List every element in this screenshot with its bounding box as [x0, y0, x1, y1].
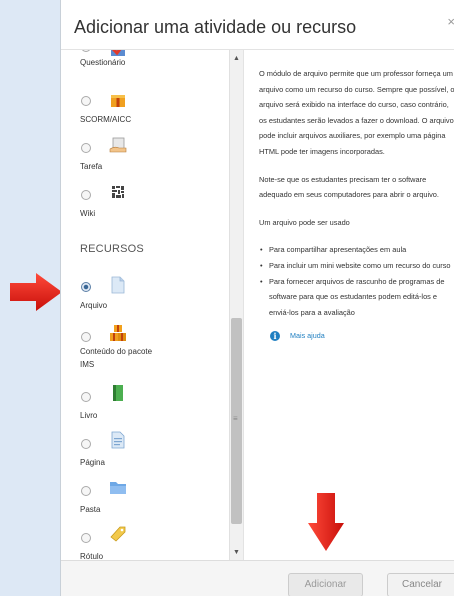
- radio-button[interactable]: [81, 190, 91, 200]
- file-icon: [111, 276, 125, 294]
- usage-list: Para compartilhar apresentações em aula …: [259, 242, 454, 320]
- list-item-pasta[interactable]: Pasta: [61, 474, 229, 521]
- item-label: Rótulo: [80, 552, 104, 560]
- dialog-title: Adicionar uma atividade ou recurso: [74, 17, 357, 37]
- list-item-ims[interactable]: Conteúdo do pacote IMS: [61, 320, 229, 376]
- dialog-header: Adicionar uma atividade ou recurso ×: [61, 0, 454, 50]
- list-item: Para fornecer arquivos de rascunho de pr…: [259, 274, 454, 321]
- item-label: Arquivo: [80, 301, 108, 310]
- list-item-arquivo[interactable]: Arquivo: [61, 270, 229, 317]
- label-tag-icon: [110, 526, 126, 542]
- radio-button[interactable]: [81, 486, 91, 496]
- item-label: Tarefa: [80, 162, 103, 171]
- radio-button[interactable]: [81, 533, 91, 543]
- more-help-link[interactable]: Mais ajuda: [290, 328, 325, 344]
- list-item-scorm[interactable]: SCORM/AICC: [61, 83, 229, 130]
- ims-package-icon: [110, 325, 126, 341]
- radio-button[interactable]: [81, 50, 91, 52]
- radio-button[interactable]: [81, 332, 91, 342]
- add-button[interactable]: Adicionar: [288, 573, 363, 596]
- dialog-footer: Adicionar Cancelar: [61, 560, 454, 596]
- cancel-button[interactable]: Cancelar: [387, 573, 454, 596]
- list-item-questionario[interactable]: Questionário: [61, 50, 229, 83]
- item-label: Conteúdo do pacote IMS: [80, 347, 153, 369]
- item-label: Pasta: [80, 505, 101, 514]
- scrollbar-thumb[interactable]: ≡: [231, 318, 242, 524]
- scroll-up-icon[interactable]: ▲: [233, 55, 240, 62]
- radio-button[interactable]: [81, 392, 91, 402]
- description-note: Note-se que os estudantes precisam ter o…: [259, 174, 439, 200]
- module-list-scrollbar[interactable]: ▲ ≡ ▼: [229, 50, 243, 560]
- item-label: Livro: [80, 411, 98, 420]
- list-item-rotulo[interactable]: Rótulo: [61, 521, 229, 560]
- add-activity-dialog: Adicionar uma atividade ou recurso × Que…: [60, 0, 454, 596]
- scorm-package-icon: [111, 95, 125, 107]
- info-icon: i: [270, 331, 280, 342]
- grip-icon: ≡: [233, 414, 238, 423]
- radio-button[interactable]: [81, 96, 91, 106]
- section-heading-resources: RECURSOS: [80, 243, 144, 255]
- list-item-pagina[interactable]: Página: [61, 427, 229, 474]
- annotation-arrow-down-icon: [308, 493, 344, 551]
- book-icon: [113, 385, 123, 401]
- annotation-arrow-right-icon: [10, 273, 62, 311]
- close-button[interactable]: ×: [447, 14, 454, 29]
- list-item-livro[interactable]: Livro: [61, 380, 229, 427]
- assignment-hand-icon: [109, 137, 127, 153]
- page-icon: [111, 431, 125, 449]
- list-item: Para incluir um mini website como um rec…: [259, 258, 454, 274]
- radio-button[interactable]: [81, 439, 91, 449]
- radio-button[interactable]: [81, 143, 91, 153]
- folder-icon: [110, 482, 126, 494]
- module-list: Questionário SCORM/AICC Tarefa Wiki RECU…: [61, 50, 244, 560]
- item-label: Questionário: [80, 58, 126, 67]
- item-label: Página: [80, 458, 105, 467]
- module-description: O módulo de arquivo permite que um profe…: [259, 66, 454, 344]
- radio-button-selected[interactable]: [81, 282, 91, 292]
- list-item-wiki[interactable]: Wiki: [61, 177, 229, 224]
- description-usage-heading: Um arquivo pode ser usado: [259, 217, 350, 227]
- description-paragraph: O módulo de arquivo permite que um profe…: [259, 69, 454, 156]
- scroll-down-icon[interactable]: ▼: [233, 549, 240, 556]
- list-item: Para compartilhar apresentações em aula: [259, 242, 454, 258]
- item-label: SCORM/AICC: [80, 115, 132, 124]
- list-item-tarefa[interactable]: Tarefa: [61, 130, 229, 177]
- item-label: Wiki: [80, 209, 96, 218]
- help-row: i Mais ajuda: [259, 328, 454, 344]
- wiki-icon: [111, 185, 125, 199]
